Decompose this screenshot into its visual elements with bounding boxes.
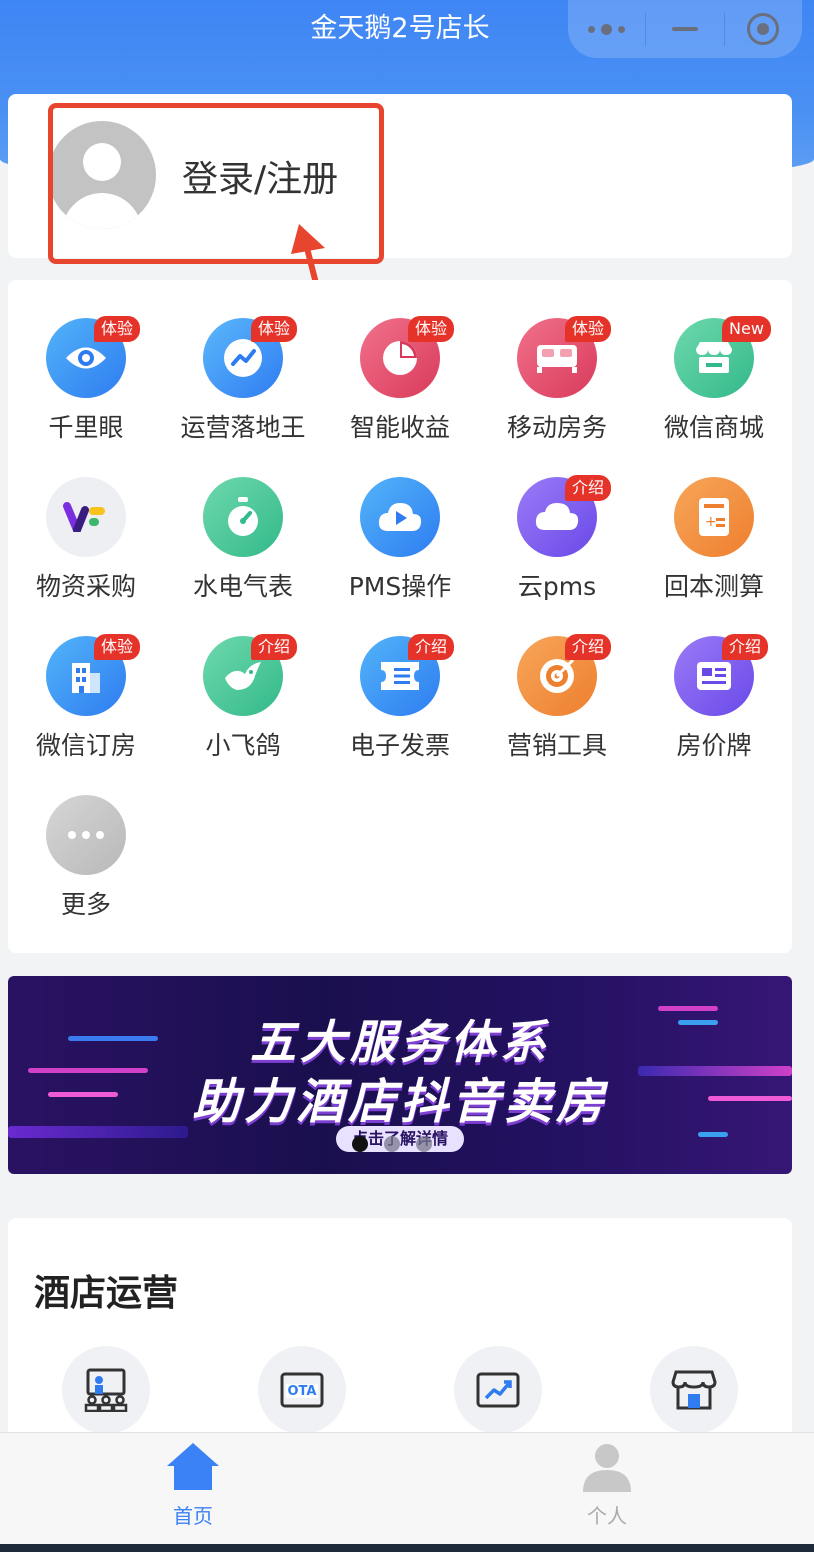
cloud-icon: 介绍 xyxy=(517,475,612,557)
home-icon xyxy=(167,1443,219,1490)
app-item-qianliyan[interactable]: 体验 千里眼 xyxy=(21,316,151,444)
app-label: 更多 xyxy=(60,890,111,919)
app-item-xiaofeige[interactable]: 介绍 小飞鸽 xyxy=(178,634,308,762)
badge: 介绍 xyxy=(565,475,612,501)
app-label: 移动房务 xyxy=(506,413,607,442)
app-item-yingxiao[interactable]: 介绍 营销工具 xyxy=(492,634,622,762)
pie-chart-icon: 体验 xyxy=(360,316,455,398)
app-label: 微信商城 xyxy=(663,413,764,442)
svg-text:+: + xyxy=(705,514,717,530)
app-item-yunpms[interactable]: 介绍 云pms xyxy=(492,475,622,603)
app-item-biaoju[interactable]: 水电气表 xyxy=(178,477,308,603)
svg-text:OTA: OTA xyxy=(288,1384,317,1399)
person-icon xyxy=(583,1444,631,1492)
app-item-shangcheng[interactable]: New 微信商城 xyxy=(649,316,779,444)
app-label: 水电气表 xyxy=(192,572,293,601)
badge: 体验 xyxy=(251,316,298,342)
tab-bar xyxy=(0,1432,814,1552)
tab-profile[interactable]: 个人 xyxy=(547,1440,667,1529)
app-item-wuzi[interactable]: 物资采购 xyxy=(21,477,151,603)
invoice-icon: 介绍 xyxy=(360,634,455,716)
storefront-icon[interactable] xyxy=(650,1346,738,1434)
shop-icon: New xyxy=(674,316,771,398)
badge: New xyxy=(722,316,771,342)
ota-icon[interactable]: OTA xyxy=(258,1346,346,1434)
close-miniprogram-button[interactable] xyxy=(725,0,802,58)
close-target-icon xyxy=(747,13,780,45)
app-label: PMS操作 xyxy=(348,572,452,601)
building-icon: 体验 xyxy=(46,634,141,716)
app-item-fangjiapai[interactable]: 介绍 房价牌 xyxy=(649,634,779,762)
app-item-pms[interactable]: PMS操作 xyxy=(335,477,465,603)
bed-icon: 体验 xyxy=(517,316,612,398)
banner-subheadline: 助力酒店抖音卖房 xyxy=(191,1074,608,1130)
calculator-icon: + xyxy=(674,477,754,557)
app-label: 千里眼 xyxy=(48,413,124,442)
badge: 体验 xyxy=(94,634,141,660)
eye-icon: 体验 xyxy=(46,316,141,398)
training-icon[interactable] xyxy=(62,1346,150,1434)
badge: 介绍 xyxy=(251,634,298,660)
tab-profile-label: 个人 xyxy=(587,1504,627,1528)
bird-icon: 介绍 xyxy=(203,634,298,716)
more-icon xyxy=(46,795,126,875)
meter-icon xyxy=(203,477,283,557)
badge: 体验 xyxy=(94,316,141,342)
app-item-fangwu[interactable]: 体验 移动房务 xyxy=(492,316,622,444)
price-board-icon: 介绍 xyxy=(674,634,769,716)
carousel-dot[interactable] xyxy=(352,1136,368,1152)
app-label: 微信订房 xyxy=(35,731,136,760)
app-label: 云pms xyxy=(517,572,597,601)
app-label: 运营落地王 xyxy=(180,413,306,442)
app-item-huiben[interactable]: + 回本测算 xyxy=(649,477,779,603)
badge: 介绍 xyxy=(565,634,612,660)
app-label: 小飞鸽 xyxy=(205,731,281,760)
tab-home[interactable]: 首页 xyxy=(133,1440,253,1529)
miniprogram-capsule xyxy=(568,0,802,58)
app-label: 物资采购 xyxy=(35,572,136,601)
app-label: 智能收益 xyxy=(349,413,450,442)
minimize-button[interactable] xyxy=(646,0,723,58)
app-label: 房价牌 xyxy=(676,731,752,760)
app-item-more[interactable]: 更多 xyxy=(21,795,151,921)
trend-icon: 体验 xyxy=(203,316,298,398)
badge: 介绍 xyxy=(408,634,455,660)
badge: 体验 xyxy=(408,316,455,342)
app-item-fapiao[interactable]: 介绍 电子发票 xyxy=(335,634,465,762)
bottom-edge xyxy=(0,1544,814,1552)
badge: 介绍 xyxy=(722,634,769,660)
minimize-icon xyxy=(672,27,698,31)
app-item-shouyi[interactable]: 体验 智能收益 xyxy=(335,316,465,444)
purchase-logo-icon xyxy=(46,477,126,557)
tab-home-label: 首页 xyxy=(173,1504,213,1528)
app-label: 营销工具 xyxy=(506,731,607,760)
more-options-button[interactable] xyxy=(568,0,645,58)
play-cloud-icon xyxy=(360,477,440,557)
app-item-dingfang[interactable]: 体验 微信订房 xyxy=(21,634,151,762)
analytics-icon[interactable] xyxy=(454,1346,542,1434)
carousel-dot[interactable] xyxy=(416,1136,432,1152)
app-label: 电子发票 xyxy=(349,731,450,760)
section-title: 酒店运营 xyxy=(34,1273,179,1314)
target-icon: 介绍 xyxy=(517,634,612,716)
carousel-dot[interactable] xyxy=(384,1136,400,1152)
carousel-indicator xyxy=(352,1136,432,1152)
more-dots-icon xyxy=(588,23,626,35)
app-label: 回本测算 xyxy=(663,572,764,601)
app-item-yunying[interactable]: 体验 运营落地王 xyxy=(178,316,308,444)
badge: 体验 xyxy=(565,316,612,342)
